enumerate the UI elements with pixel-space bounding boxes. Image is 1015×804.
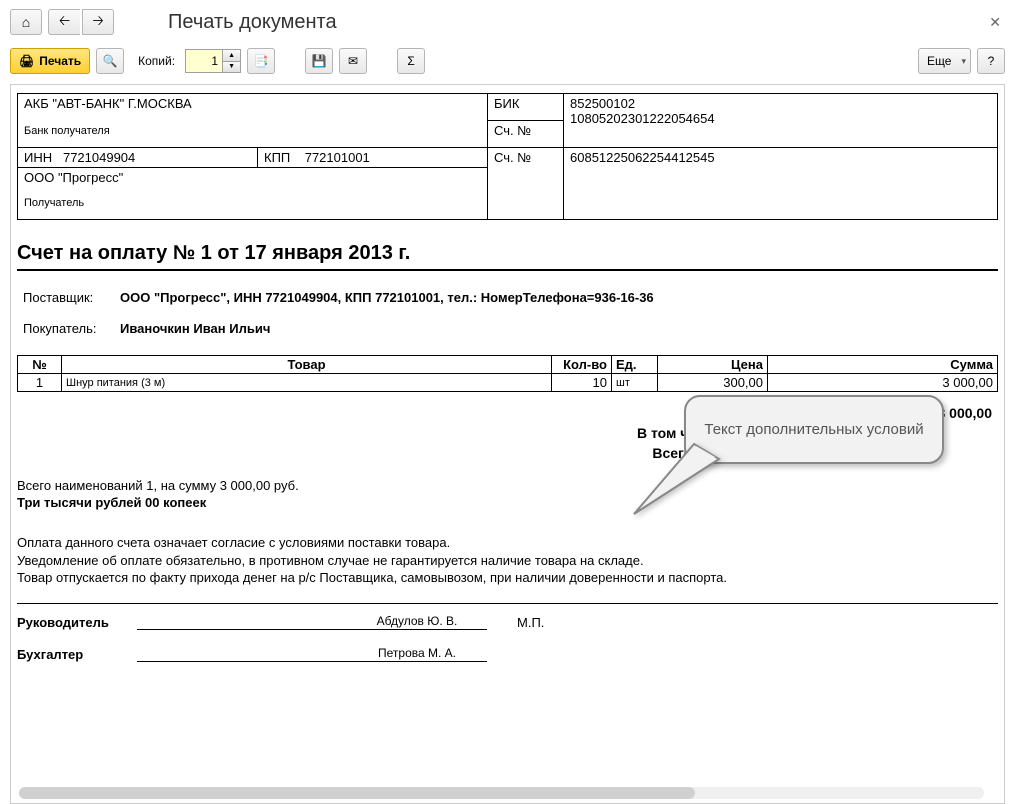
preview-icon: 🔍 <box>103 54 118 68</box>
supplier-label: Поставщик: <box>19 287 114 308</box>
toolbar: 🖨 Печать 🔍 Копий: ▲ ▼ 📑 💾 ✉ Σ Еще ? <box>0 44 1015 84</box>
template-icon: 📑 <box>254 54 269 68</box>
kpp-label: КПП <box>264 150 290 165</box>
terms-line: Товар отпускается по факту прихода денег… <box>17 569 998 587</box>
col-name: Товар <box>62 356 552 374</box>
save-button[interactable]: 💾 <box>305 48 333 74</box>
head-label: Руководитель <box>17 615 137 630</box>
close-button[interactable]: ✕ <box>989 14 1001 31</box>
acc-name: Петрова М. А. <box>347 646 487 662</box>
page-title: Печать документа <box>168 11 337 34</box>
inn-value: 7721049904 <box>63 150 135 165</box>
forward-button[interactable]: 🡢 <box>82 9 114 35</box>
help-button[interactable]: ? <box>977 48 1005 74</box>
scrollbar-thumb[interactable] <box>19 787 695 799</box>
more-label: Еще <box>927 54 951 68</box>
more-button[interactable]: Еще <box>918 48 971 74</box>
bik-value: 852500102 <box>570 96 991 111</box>
print-button[interactable]: 🖨 Печать <box>10 48 90 74</box>
item-unit: шт <box>612 374 658 392</box>
callout-annotation: Текст дополнительных условий <box>684 395 944 464</box>
bank-sub: Банк получателя <box>24 125 481 137</box>
col-price: Цена <box>658 356 768 374</box>
divider <box>17 269 998 271</box>
signature-row-acc: Бухгалтер Петрова М. А. <box>17 646 998 662</box>
copies-input[interactable] <box>186 50 222 72</box>
table-row: 1 Шнур питания (3 м) 10 шт 300,00 3 000,… <box>18 374 998 392</box>
email-button[interactable]: ✉ <box>339 48 367 74</box>
items-table: № Товар Кол-во Ед. Цена Сумма 1 Шнур пит… <box>17 355 998 392</box>
item-price: 300,00 <box>658 374 768 392</box>
title-bar: ⌂ 🡠 🡢 Печать документа ✕ <box>0 0 1015 44</box>
save-icon: 💾 <box>312 54 327 68</box>
bank-details-table: АКБ "АВТ-БАНК" Г.МОСКВА Банк получателя … <box>17 93 998 220</box>
buyer-value: Иваночкин Иван Ильич <box>116 318 658 339</box>
head-sign-line <box>137 629 347 630</box>
kpp-value: 772101001 <box>305 150 370 165</box>
help-label: ? <box>988 54 995 68</box>
printer-icon: 🖨 <box>19 54 34 68</box>
stamp-label: М.П. <box>517 615 544 630</box>
payee-acc-value: 60851225062254412545 <box>564 148 998 220</box>
terms-line: Уведомление об оплате обязательно, в про… <box>17 552 998 570</box>
payee-sub: Получатель <box>24 197 481 209</box>
divider <box>17 603 998 604</box>
print-label: Печать <box>39 54 81 68</box>
acc-label: Бухгалтер <box>17 647 137 662</box>
email-icon: ✉ <box>348 54 358 68</box>
bank-name: АКБ "АВТ-БАНК" Г.МОСКВА <box>24 96 481 111</box>
parties-table: Поставщик: ООО "Прогресс", ИНН 772104990… <box>17 285 660 341</box>
payee-name: ООО "Прогресс" <box>24 170 481 185</box>
terms-line: Оплата данного счета означает согласие с… <box>17 534 998 552</box>
terms-block: Оплата данного счета означает согласие с… <box>17 534 998 587</box>
head-name: Абдулов Ю. В. <box>347 614 487 630</box>
summary-count: Всего наименований 1, на сумму 3 000,00 … <box>17 478 998 493</box>
back-button[interactable]: 🡠 <box>48 9 80 35</box>
home-button[interactable]: ⌂ <box>10 9 42 35</box>
col-sum: Сумма <box>768 356 998 374</box>
acc-label-1: Сч. № <box>488 121 564 148</box>
spinner-down[interactable]: ▼ <box>223 62 240 73</box>
col-num: № <box>18 356 62 374</box>
sigma-icon: Σ <box>407 54 414 68</box>
document-area: АКБ "АВТ-БАНК" Г.МОСКВА Банк получателя … <box>10 84 1005 804</box>
preview-button[interactable]: 🔍 <box>96 48 124 74</box>
col-unit: Ед. <box>612 356 658 374</box>
buyer-label: Покупатель: <box>19 318 114 339</box>
horizontal-scrollbar[interactable] <box>19 787 984 799</box>
supplier-value: ООО "Прогресс", ИНН 7721049904, КПП 7721… <box>116 287 658 308</box>
col-qty: Кол-во <box>552 356 612 374</box>
callout-tail-icon <box>624 424 744 524</box>
item-sum: 3 000,00 <box>768 374 998 392</box>
amount-words: Три тысячи рублей 00 копеек <box>17 495 998 510</box>
signature-row-head: Руководитель Абдулов Ю. В. М.П. <box>17 614 998 630</box>
sum-button[interactable]: Σ <box>397 48 425 74</box>
copies-spinner[interactable]: ▲ ▼ <box>185 49 241 73</box>
acc-label-2: Сч. № <box>488 148 564 220</box>
item-num: 1 <box>18 374 62 392</box>
inn-label: ИНН <box>24 150 52 165</box>
template-button[interactable]: 📑 <box>247 48 275 74</box>
invoice-title: Счет на оплату № 1 от 17 января 2013 г. <box>17 242 998 265</box>
item-qty: 10 <box>552 374 612 392</box>
copies-label: Копий: <box>138 54 175 68</box>
bik-label: БИК <box>488 94 564 121</box>
acc-sign-line <box>137 661 347 662</box>
itogo-label: Итого: <box>19 404 764 422</box>
spinner-up[interactable]: ▲ <box>223 50 240 62</box>
bank-acc-value: 10805202301222054654 <box>570 111 991 126</box>
item-name: Шнур питания (3 м) <box>62 374 552 392</box>
